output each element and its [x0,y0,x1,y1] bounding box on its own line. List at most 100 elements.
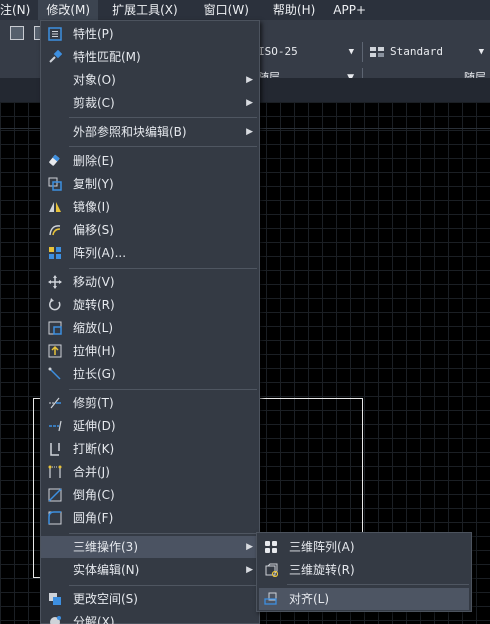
menu-item-label: 分解(X) [73,615,115,624]
menu-item-array[interactable]: 阵列(A)... [41,242,259,264]
submenu-item-3d-array[interactable]: 三维阵列(A) [257,536,471,558]
menu-item-label: 拉长(G) [73,367,116,381]
dimstyle-dropdown[interactable]: ISO-25 ▼ [258,42,358,62]
submenu-item-label: 三维旋转(R) [289,563,355,577]
3d-operations-submenu: 三维阵列(A) 三维旋转(R) 对齐(L) [256,532,472,612]
menu-item-label: 特性匹配(M) [73,50,141,64]
3d-array-icon [263,539,279,555]
menu-item-xref-block-edit[interactable]: 外部参照和块编辑(B) ▶ [41,121,259,143]
toolbar-layer-icon[interactable] [10,26,24,40]
break-icon [47,441,63,457]
menu-item-label: 移动(V) [73,275,115,289]
menu-item-fillet[interactable]: 圆角(F) [41,507,259,529]
menu-item-break[interactable]: 打断(K) [41,438,259,460]
menu-window[interactable]: 窗口(W) [196,0,257,20]
menu-extend-tools[interactable]: 扩展工具(X) [104,0,186,20]
menu-item-explode[interactable]: 分解(X) [41,611,259,624]
submenu-item-align[interactable]: 对齐(L) [259,588,469,610]
offset-icon [47,222,63,238]
menu-item-erase[interactable]: 删除(E) [41,150,259,172]
menu-item-label: 合并(J) [73,465,110,479]
menu-item-lengthen[interactable]: 拉长(G) [41,363,259,385]
copy-icon [47,176,63,192]
menu-item-label: 三维操作(3) [73,540,138,554]
menu-item-label: 实体编辑(N) [73,563,140,577]
menu-item-clip[interactable]: 剪裁(C) ▶ [41,92,259,114]
menu-item-label: 特性(P) [73,27,114,41]
menu-item-copy[interactable]: 复制(Y) [41,173,259,195]
menu-item-offset[interactable]: 偏移(S) [41,219,259,241]
menu-item-label: 圆角(F) [73,511,114,525]
properties-icon [47,26,63,42]
menu-item-trim[interactable]: 修剪(T) [41,392,259,414]
chevron-down-icon: ▼ [478,47,484,57]
scale-icon [47,320,63,336]
menu-help[interactable]: 帮助(H) [265,0,323,20]
menu-item-move[interactable]: 移动(V) [41,271,259,293]
menu-separator [69,117,257,118]
toolbar-divider [362,42,363,62]
menu-item-label: 旋转(R) [73,298,115,312]
textstyle-value: Standard [390,45,443,58]
menu-item-mirror[interactable]: 镜像(I) [41,196,259,218]
chevron-down-icon: ▼ [348,47,354,57]
menu-item-stretch[interactable]: 拉伸(H) [41,340,259,362]
menu-item-3d-operations[interactable]: 三维操作(3) ▶ [41,536,259,558]
chamfer-icon [47,487,63,503]
trim-icon [47,395,63,411]
match-properties-icon [47,49,63,65]
menu-item-label: 阵列(A)... [73,246,127,260]
fillet-icon [47,510,63,526]
menu-item-match-properties[interactable]: 特性匹配(M) [41,46,259,68]
menu-separator [69,533,257,534]
menu-modify[interactable]: 修改(M) [38,0,99,20]
chevron-right-icon: ▶ [246,565,253,575]
menu-item-label: 拉伸(H) [73,344,116,358]
menu-item-object[interactable]: 对象(O) ▶ [41,69,259,91]
chevron-right-icon: ▶ [246,98,253,108]
textstyle-dropdown[interactable]: Standard ▼ [366,42,488,62]
menu-app-plus[interactable]: APP+ [325,0,374,20]
menu-item-label: 打断(K) [73,442,115,456]
menu-item-label: 偏移(S) [73,223,114,237]
menu-bar: 注(N) 修改(M) 扩展工具(X) 窗口(W) 帮助(H) APP+ [0,0,490,20]
explode-icon [47,614,63,624]
lengthen-icon [47,366,63,382]
menu-separator [69,146,257,147]
menu-item-label: 删除(E) [73,154,114,168]
menu-separator [69,389,257,390]
menu-item-label: 剪裁(C) [73,96,115,110]
array-icon [47,245,63,261]
menu-item-label: 缩放(L) [73,321,114,335]
mirror-icon [47,199,63,215]
menu-item-extend[interactable]: 延伸(D) [41,415,259,437]
menu-item-rotate[interactable]: 旋转(R) [41,294,259,316]
menu-item-label: 复制(Y) [73,177,114,191]
menu-item-label: 延伸(D) [73,419,116,433]
chevron-right-icon: ▶ [246,127,253,137]
erase-icon [47,153,63,169]
rotate-icon [47,297,63,313]
menu-separator [69,268,257,269]
3d-rotate-icon [263,562,279,578]
menu-item-chamfer[interactable]: 倒角(C) [41,484,259,506]
menu-item-solid-editing[interactable]: 实体编辑(N) ▶ [41,559,259,581]
menu-item-label: 修剪(T) [73,396,114,410]
menu-item-scale[interactable]: 缩放(L) [41,317,259,339]
menu-item-label: 外部参照和块编辑(B) [73,125,187,139]
menu-item-label: 倒角(C) [73,488,115,502]
menu-dimension[interactable]: 注(N) [0,0,38,20]
chevron-right-icon: ▶ [246,75,253,85]
menu-separator [69,585,257,586]
submenu-item-3d-rotate[interactable]: 三维旋转(R) [257,559,471,581]
menu-item-label: 对象(O) [73,73,116,87]
submenu-item-label: 三维阵列(A) [289,540,355,554]
menu-item-label: 镜像(I) [73,200,110,214]
menu-separator [287,584,469,585]
stretch-icon [47,343,63,359]
menu-item-join[interactable]: 合并(J) [41,461,259,483]
menu-item-change-space[interactable]: 更改空间(S) [41,588,259,610]
join-icon [47,464,63,480]
menu-item-properties[interactable]: 特性(P) [41,23,259,45]
menu-item-label: 更改空间(S) [73,592,138,606]
